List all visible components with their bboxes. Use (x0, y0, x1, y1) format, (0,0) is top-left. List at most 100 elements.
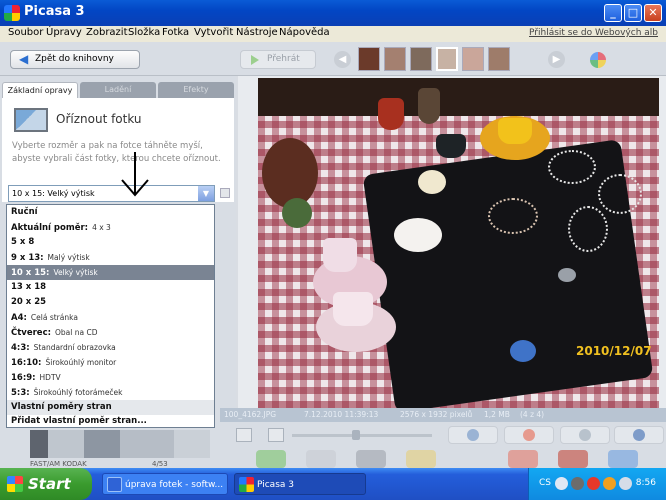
windows-taskbar: Start úprava fotek - softw... Picasa 3 C… (0, 468, 666, 500)
photo-info-bar: 100_4162.JPG 7.12.2010 11:39:13 2576 x 1… (220, 408, 666, 422)
add-custom-ratio-option[interactable]: Přidat vlastní poměr stran... (7, 414, 214, 429)
zoom-slider[interactable] (292, 430, 432, 440)
menu-photo[interactable]: Fotka (162, 27, 189, 38)
down-arrow-icon (121, 152, 149, 197)
people-button[interactable] (448, 426, 498, 444)
menu-file[interactable]: Soubor (8, 27, 43, 38)
export-folder-icon[interactable] (406, 450, 436, 468)
custom-ratios-header: Vlastní poměry stran (7, 400, 214, 415)
photo-datetime: 7.12.2010 11:39:13 (304, 410, 379, 419)
histogram-count: 4/53 (152, 460, 168, 468)
crop-photo-icon (14, 108, 48, 132)
info-button[interactable] (614, 426, 664, 444)
play-icon (251, 55, 259, 65)
menu-tools[interactable]: Nástroje (236, 27, 278, 38)
collage-icon[interactable] (558, 450, 588, 468)
ratio-option-a4[interactable]: A4: Celá stránka (7, 310, 214, 325)
play-label: Přehrát (267, 54, 300, 64)
photo-dimensions: 2576 x 1932 pixelů (400, 410, 473, 419)
security-icon[interactable] (571, 477, 584, 490)
previous-photo-icon[interactable]: ◀ (334, 51, 351, 68)
blogger-icon[interactable] (508, 450, 538, 468)
photo-view: 2010/12/07 (238, 76, 666, 408)
ratio-option-9x13[interactable]: 9 x 13: Malý výtisk (7, 250, 214, 265)
thumbnail-6[interactable] (488, 47, 510, 71)
view-compare-icon[interactable] (268, 428, 284, 442)
chevron-down-icon[interactable]: ▼ (198, 186, 214, 201)
menu-edit[interactable]: Úpravy (46, 27, 82, 38)
bottom-panel (236, 422, 666, 468)
thumbnail-2[interactable] (384, 47, 406, 71)
antivirus-icon[interactable] (587, 477, 600, 490)
start-label: Start (28, 475, 71, 493)
ratio-option-manual[interactable]: Ruční (7, 205, 214, 220)
picasa-icon (239, 477, 254, 492)
aspect-ratio-value: 10 x 15: Velký výtisk (12, 189, 95, 198)
back-to-library-button[interactable]: ◀ Zpět do knihovny (10, 50, 140, 69)
sign-in-link[interactable]: Přihlásit se do Webových alb (529, 28, 658, 38)
language-indicator[interactable]: CS (539, 478, 551, 488)
ratio-option-10x15[interactable]: 10 x 15: Velký výtisk (7, 265, 214, 280)
system-tray: CS 8:56 (528, 468, 666, 500)
ratio-option-square[interactable]: Čtverec: Obal na CD (7, 325, 214, 340)
back-to-library-label: Zpět do knihovny (35, 54, 114, 64)
taskbar-item-picasa[interactable]: Picasa 3 (234, 473, 366, 495)
ratio-option-5-3[interactable]: 5:3: Širokoúhlý fotorámeček (7, 385, 214, 400)
file-size: 1,2 MB (484, 410, 510, 419)
close-button[interactable]: ✕ (644, 4, 662, 22)
option-checkbox[interactable] (220, 188, 230, 198)
taskbar-item-browser-label: úprava fotek - softw... (125, 480, 224, 490)
toolbar: ◀ Zpět do knihovny Přehrát ◀ ▶ (0, 42, 666, 76)
photo-image[interactable]: 2010/12/07 (258, 78, 659, 408)
places-button[interactable] (504, 426, 554, 444)
thumbnail-4[interactable] (436, 47, 458, 71)
taskbar-item-picasa-label: Picasa 3 (257, 480, 294, 490)
thumbnail-3[interactable] (410, 47, 432, 71)
play-slideshow-button[interactable]: Přehrát (240, 50, 316, 69)
ratio-option-4-3[interactable]: 4:3: Standardní obrazovka (7, 340, 214, 355)
map-pin-icon (523, 429, 535, 441)
file-name: 100_4162.JPG (224, 410, 277, 419)
view-single-icon[interactable] (236, 428, 252, 442)
start-button[interactable]: Start (0, 468, 92, 500)
aspect-ratio-select[interactable]: 10 x 15: Velký výtisk ▼ (8, 185, 215, 202)
ratio-option-5x8[interactable]: 5 x 8 (7, 235, 214, 250)
next-photo-icon[interactable]: ▶ (548, 51, 565, 68)
tab-effects[interactable]: Efekty (158, 82, 234, 98)
photo-date-stamp: 2010/12/07 (576, 344, 652, 358)
ratio-option-16-10[interactable]: 16:10: Širokoúhlý monitor (7, 355, 214, 370)
menu-help[interactable]: Nápověda (279, 27, 330, 38)
minimize-button[interactable]: _ (604, 4, 622, 22)
ratio-option-13x18[interactable]: 13 x 18 (7, 280, 214, 295)
title-bar: Picasa 3 _ □ ✕ (0, 0, 666, 26)
firefox-icon[interactable] (603, 477, 616, 490)
tab-tuning[interactable]: Ladění (80, 82, 156, 98)
menu-create[interactable]: Vytvořit (194, 27, 233, 38)
photo-position: (4 z 4) (520, 410, 545, 419)
aspect-ratio-dropdown: Ruční Aktuální poměr: 4 x 3 5 x 8 9 x 13:… (6, 204, 215, 428)
tags-button[interactable] (560, 426, 610, 444)
volume-icon[interactable] (619, 477, 632, 490)
menu-folder[interactable]: Složka (128, 27, 160, 38)
thumbnail-5[interactable] (462, 47, 484, 71)
network-icon[interactable] (555, 477, 568, 490)
print-icon[interactable] (356, 450, 386, 468)
thumbnail-1[interactable] (358, 47, 380, 71)
zoom-slider-knob[interactable] (352, 430, 360, 440)
maximize-button[interactable]: □ (624, 4, 642, 22)
movie-icon[interactable] (608, 450, 638, 468)
person-icon (467, 429, 479, 441)
tab-basic-fixes[interactable]: Základní opravy (2, 82, 78, 98)
email-icon[interactable] (306, 450, 336, 468)
menu-bar: Soubor Úpravy Zobrazit Složka Fotka Vytv… (0, 26, 666, 42)
upload-icon[interactable] (256, 450, 286, 468)
taskbar-item-browser[interactable]: úprava fotek - softw... (102, 473, 228, 495)
ratio-option-16-9[interactable]: 16:9: HDTV (7, 370, 214, 385)
browser-icon (107, 477, 122, 492)
menu-view[interactable]: Zobrazit (86, 27, 128, 38)
camera-label: FAST/AM KODAK (30, 460, 87, 468)
edit-tabs: Základní opravy Ladění Efekty (2, 82, 234, 98)
ratio-option-20x25[interactable]: 20 x 25 (7, 295, 214, 310)
ratio-option-current[interactable]: Aktuální poměr: 4 x 3 (7, 220, 214, 235)
info-icon (633, 429, 645, 441)
